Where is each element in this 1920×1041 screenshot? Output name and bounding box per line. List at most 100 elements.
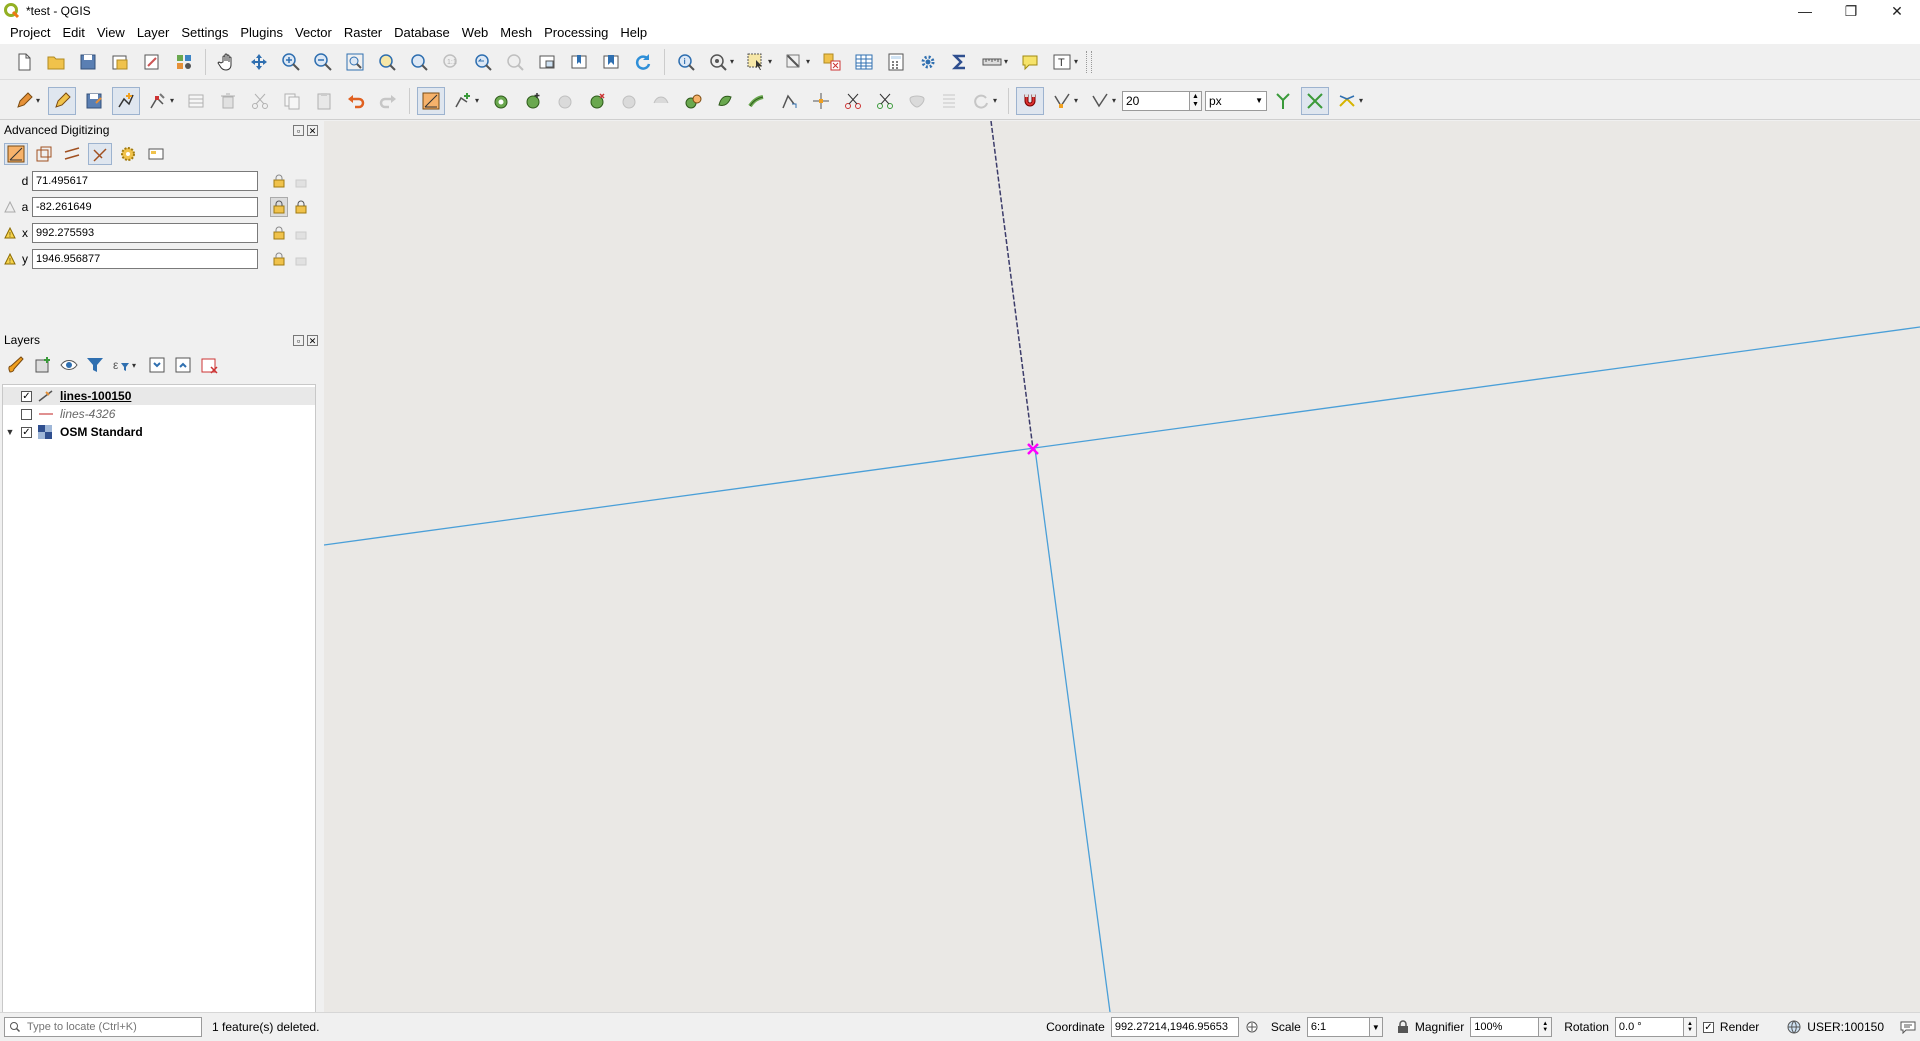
reshape-green-button[interactable] [711, 87, 739, 115]
undo-button[interactable] [342, 87, 370, 115]
menu-processing[interactable]: Processing [538, 22, 614, 44]
x-relative-button[interactable] [292, 223, 310, 243]
magnifier-field[interactable]: 100% [1470, 1017, 1539, 1037]
cut-features-button[interactable] [246, 87, 274, 115]
lock-scale-icon[interactable] [1397, 1020, 1409, 1034]
new-map-view-button[interactable] [533, 48, 561, 76]
restore-button[interactable]: ❐ [1828, 0, 1874, 22]
snap-intersection-button[interactable] [1301, 86, 1329, 115]
menu-view[interactable]: View [91, 22, 131, 44]
zoom-full-button[interactable] [341, 48, 369, 76]
offset-curve-button[interactable] [679, 87, 707, 115]
paste-features-button[interactable] [310, 87, 338, 115]
render-checkbox[interactable]: ✓ [1702, 1021, 1714, 1033]
coordinate-field[interactable]: 992.27214,1946.95653 [1110, 1017, 1239, 1037]
attribute-table-button[interactable] [850, 48, 878, 76]
layer-item-lines-100150[interactable]: ✓ lines-100150 [3, 387, 315, 405]
angle-relative-button[interactable] [292, 197, 310, 217]
snapping-type-button[interactable] [1048, 87, 1076, 115]
zoom-out-button[interactable] [309, 48, 337, 76]
new-print-layout-button[interactable] [106, 48, 134, 76]
menu-mesh[interactable]: Mesh [494, 22, 538, 44]
remove-layer-button[interactable] [198, 354, 220, 376]
rotation-field[interactable]: 0.0 ° [1614, 1017, 1683, 1037]
snapping-tolerance-spinner[interactable]: ▲ ▼ [1190, 90, 1202, 111]
field-calculator-button[interactable] [882, 48, 910, 76]
delete-selected-button[interactable] [214, 87, 242, 115]
modify-attributes-button[interactable] [182, 87, 210, 115]
pan-to-selection-button[interactable] [245, 48, 273, 76]
add-line-feature-button[interactable] [112, 86, 140, 115]
menu-help[interactable]: Help [614, 22, 653, 44]
save-project-button[interactable] [74, 48, 102, 76]
open-layer-styling-button[interactable] [6, 354, 28, 376]
refresh-button[interactable] [629, 48, 657, 76]
delete-ring-button[interactable] [583, 87, 611, 115]
show-bookmarks-button[interactable] [597, 48, 625, 76]
zoom-last-button[interactable] [469, 48, 497, 76]
vertex-tool-button[interactable] [144, 87, 172, 115]
menu-layer[interactable]: Layer [131, 22, 176, 44]
zoom-native-button[interactable]: 1:1 [437, 48, 465, 76]
copy-features-button[interactable] [278, 87, 306, 115]
filter-expression-button[interactable]: ε [110, 354, 132, 376]
x-field[interactable]: 992.275593 [32, 223, 258, 243]
current-edits-button[interactable] [10, 87, 38, 115]
y-field[interactable]: 1946.956877 [32, 249, 258, 269]
select-by-value-button[interactable] [780, 48, 808, 76]
split-parts-button[interactable] [871, 87, 899, 115]
text-annotation-button[interactable]: T [1048, 48, 1076, 76]
menu-settings[interactable]: Settings [175, 22, 234, 44]
minimize-button[interactable]: — [1782, 0, 1828, 22]
filter-legend-button[interactable] [84, 354, 106, 376]
action-button[interactable] [704, 48, 732, 76]
zoom-to-layer-button[interactable] [405, 48, 433, 76]
zoom-in-button[interactable] [277, 48, 305, 76]
offset-line-button[interactable] [743, 87, 771, 115]
angle-lock-button[interactable] [270, 197, 288, 217]
save-layer-edits-button[interactable] [80, 87, 108, 115]
reshape-features-button[interactable] [647, 87, 675, 115]
fill-ring-button[interactable] [551, 87, 579, 115]
globe-crs-icon[interactable] [1787, 1020, 1801, 1034]
add-part-button[interactable] [519, 87, 547, 115]
self-snapping-button[interactable] [1333, 87, 1361, 115]
menu-edit[interactable]: Edit [56, 22, 90, 44]
parallel-button[interactable] [60, 143, 84, 165]
toggle-editing-button[interactable] [48, 86, 76, 115]
shape-digitize-button[interactable] [449, 87, 477, 115]
layer-item-osm-standard[interactable]: ▼ ✓ OSM Standard [3, 423, 315, 441]
merge-features-button[interactable] [903, 87, 931, 115]
new-project-button[interactable] [10, 48, 38, 76]
angle-field[interactable]: -82.261649 [32, 197, 258, 217]
advanced-digitizing-button[interactable] [417, 86, 445, 115]
perpendicular-button[interactable] [88, 143, 112, 165]
y-relative-button[interactable] [292, 249, 310, 269]
crs-label[interactable]: USER:100150 [1807, 1020, 1884, 1034]
trim-extend-button[interactable] [807, 87, 835, 115]
statistical-summary-button[interactable] [946, 48, 974, 76]
distance-lock-button[interactable] [270, 171, 288, 191]
snapping-tolerance-input[interactable]: 20 [1122, 90, 1190, 111]
map-tips-button[interactable] [1016, 48, 1044, 76]
split-features-button[interactable] [839, 87, 867, 115]
snapping-units-select[interactable]: px ▼ [1205, 90, 1267, 111]
expand-all-button[interactable] [146, 354, 168, 376]
digitizing-settings-button[interactable] [116, 143, 140, 165]
chevron-down-icon[interactable]: ▼ [1368, 1017, 1383, 1037]
menu-raster[interactable]: Raster [338, 22, 388, 44]
processing-toolbox-button[interactable] [914, 48, 942, 76]
style-manager-button[interactable] [170, 48, 198, 76]
map-canvas[interactable] [324, 121, 1920, 1012]
menu-web[interactable]: Web [456, 22, 495, 44]
scale-combo[interactable]: 6:1 ▼ [1306, 1017, 1383, 1037]
construction-mode-button[interactable] [32, 143, 56, 165]
layer-visibility-checkbox[interactable] [21, 408, 32, 420]
spinner-arrows-icon[interactable]: ▲ ▼ [1682, 1017, 1697, 1037]
distance-repeat-lock-button[interactable] [292, 171, 310, 191]
toggle-extents-icon[interactable] [1245, 1020, 1259, 1034]
redo-button[interactable] [374, 87, 402, 115]
spinner-arrows-icon[interactable]: ▲ ▼ [1538, 1017, 1553, 1037]
add-ring-button[interactable] [487, 87, 515, 115]
x-lock-button[interactable] [270, 223, 288, 243]
